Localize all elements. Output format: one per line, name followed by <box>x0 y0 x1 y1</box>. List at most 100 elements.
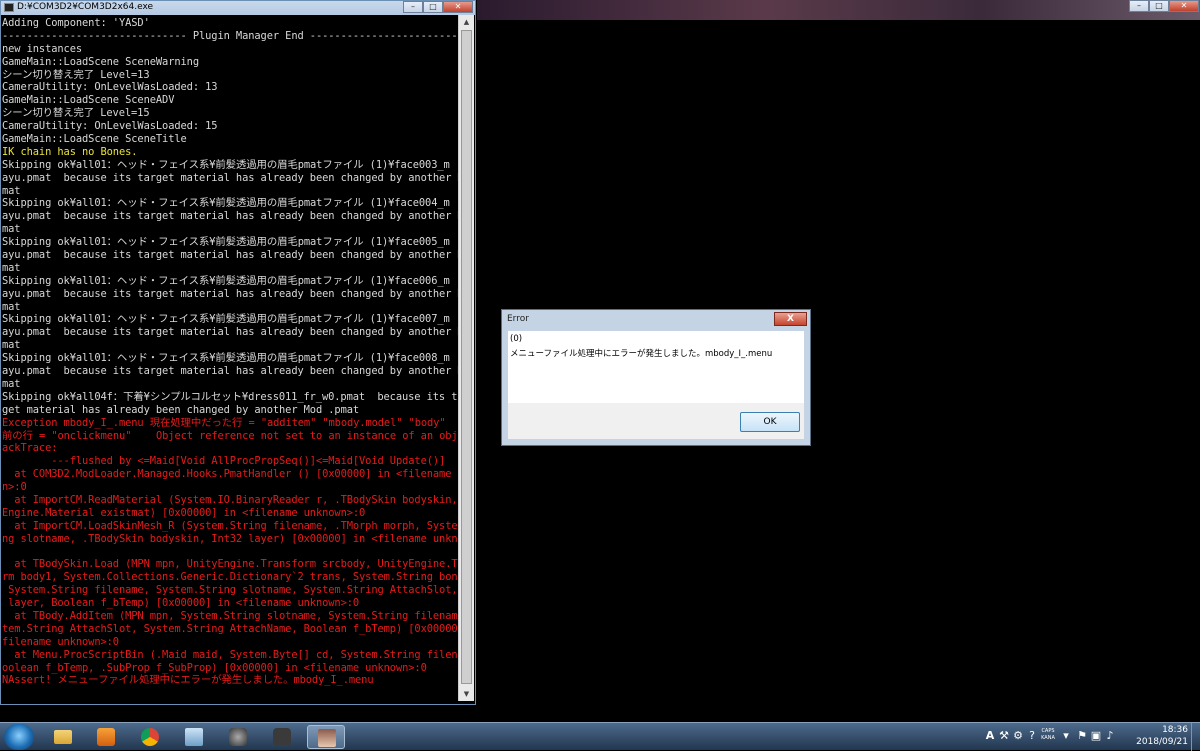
console-line: Skipping ok¥all01：ヘッド・フェイス系¥前髪透過用の眉毛pmat… <box>2 274 450 287</box>
console-line: get material has already been changed by… <box>2 403 360 416</box>
console-line: at TBodySkin.Load (MPN mpn, UnityEngine.… <box>2 558 459 571</box>
console-line: System.String filename, System.String sl… <box>2 584 459 597</box>
console-line: Skipping ok¥all01：ヘッド・フェイス系¥前髪透過用の眉毛pmat… <box>2 236 450 249</box>
console-line: Skipping ok¥all01：ヘッド・フェイス系¥前髪透過用の眉毛pmat… <box>2 352 450 365</box>
error-dialog: Error X (0) メニューファイル処理中にエラーが発生しました。mbody… <box>501 309 811 446</box>
help-icon[interactable]: ? <box>1026 729 1038 743</box>
console-line: mat <box>2 339 21 352</box>
console-line: CameraUtility: OnLevelWasLoaded: 13 <box>2 81 218 94</box>
ime-indicator[interactable]: A <box>984 729 996 743</box>
console-line: Skipping ok¥all01：ヘッド・フェイス系¥前髪透過用の眉毛pmat… <box>2 313 450 326</box>
console-line: ackTrace: <box>2 442 58 455</box>
console-line: GameMain::LoadScene SceneADV <box>2 94 175 107</box>
console-line: tem.String AttachSlot, System.String Att… <box>2 622 459 635</box>
settings-icon[interactable]: ⚙ <box>1012 729 1024 743</box>
console-app-icon <box>4 3 14 12</box>
console-line: mat <box>2 300 21 313</box>
console-line: mat <box>2 377 21 390</box>
gimp-icon <box>229 728 247 746</box>
media-player-taskbar-button[interactable] <box>87 725 125 749</box>
chrome-taskbar-button[interactable] <box>131 725 169 749</box>
taskbar: A ⚒ ⚙ ? CAPS KANA ▾ ⚑ ▣ ♪ 18:36 2018/09/… <box>0 722 1200 751</box>
minimize-icon[interactable]: – <box>1129 0 1149 12</box>
close-icon[interactable]: ✕ <box>443 1 473 13</box>
console-line: ayu.pmat because its target material has… <box>2 326 459 339</box>
console-line: at ImportCM.ReadMaterial (System.IO.Bina… <box>2 493 459 506</box>
caps-kana-indicator: CAPS KANA <box>1041 728 1055 741</box>
maximize-icon[interactable]: □ <box>423 1 443 13</box>
close-icon[interactable]: ✕ <box>1169 0 1199 12</box>
console-line: ---flushed by <=Maid[Void AllProcPropSeq… <box>2 455 446 468</box>
console-line: シーン切り替え完了 Level=13 <box>2 68 150 81</box>
console-line: at ImportCM.LoadSkinMesh_R (System.Strin… <box>2 519 459 532</box>
wrench-icon[interactable]: ⚒ <box>998 729 1010 743</box>
console-line: ayu.pmat because its target material has… <box>2 287 459 300</box>
scroll-down-arrow-icon[interactable]: ▼ <box>460 687 473 701</box>
error-code: (0) <box>510 334 523 344</box>
clock-time[interactable]: 18:36 <box>1162 725 1188 735</box>
console-line: IK chain has no Bones. <box>2 145 138 158</box>
dialog-close-button[interactable]: X <box>774 312 807 326</box>
com3d2-game-icon <box>318 729 336 747</box>
console-line: at COM3D2.ModLoader.Managed.Hooks.PmatHa… <box>2 468 459 481</box>
gimp-taskbar-button[interactable] <box>219 725 257 749</box>
start-button[interactable] <box>4 724 34 750</box>
console-line: NAssert! メニューファイル処理中にエラーが発生しました。mbody_I_… <box>2 674 374 687</box>
scroll-thumb[interactable] <box>461 30 472 684</box>
game-window-titlebar[interactable]: – □ ✕ <box>477 0 1200 20</box>
console-scrollbar[interactable]: ▲ ▼ <box>458 15 474 701</box>
console-line: Engine.Material existmat) [0x00000] in <… <box>2 506 366 519</box>
folder-icon <box>54 730 72 744</box>
error-message: メニューファイル処理中にエラーが発生しました。mbody_I_.menu <box>510 349 773 359</box>
clock-date[interactable]: 2018/09/21 <box>1136 737 1188 747</box>
console-line: Skipping ok¥all01：ヘッド・フェイス系¥前髪透過用の眉毛pmat… <box>2 197 450 210</box>
chrome-icon <box>141 728 159 746</box>
console-line: ayu.pmat because its target material has… <box>2 365 459 378</box>
console-line: filename unknown>:0 <box>2 635 119 648</box>
network-icon <box>185 728 203 746</box>
explorer-taskbar-button[interactable] <box>44 725 82 749</box>
console-title: D:¥COM3D2¥COM3D2x64.exe <box>17 2 154 12</box>
console-line: n>:0 <box>2 481 27 494</box>
console-line: Exception mbody_I_.menu 現在処理中だった行 = "add… <box>2 416 459 429</box>
console-line: mat <box>2 184 21 197</box>
show-desktop-button[interactable] <box>1191 723 1200 751</box>
scroll-up-arrow-icon[interactable]: ▲ <box>460 15 473 29</box>
flag-icon[interactable]: ⚑ <box>1076 729 1088 743</box>
console-line: mat <box>2 223 21 236</box>
dialog-content <box>508 331 804 403</box>
console-line: CameraUtility: OnLevelWasLoaded: 15 <box>2 120 218 133</box>
volume-icon[interactable]: ♪ <box>1104 729 1116 743</box>
console-window: D:¥COM3D2¥COM3D2x64.exe – □ ✕ Adding Com… <box>0 0 476 705</box>
nox-icon <box>273 728 291 746</box>
network-status-icon[interactable]: ▣ <box>1090 729 1102 743</box>
console-line: GameMain::LoadScene SceneWarning <box>2 55 199 68</box>
maximize-icon[interactable]: □ <box>1149 0 1169 12</box>
console-line: rm body1, System.Collections.Generic.Dic… <box>2 571 459 584</box>
console-line: ayu.pmat because its target material has… <box>2 249 459 262</box>
game-window-controls: – □ ✕ <box>1129 0 1199 12</box>
console-line: Skipping ok¥all04f：下着¥シンプルコルセット¥dress011… <box>2 390 459 403</box>
console-line: layer, Boolean f_bTemp) [0x00000] in <fi… <box>2 597 360 610</box>
console-line: ng slotname, .TBodySkin bodyskin, Int32 … <box>2 532 459 545</box>
network-taskbar-button[interactable] <box>175 725 213 749</box>
console-line: 前の行 = "onclickmenu" Object reference not… <box>2 429 459 442</box>
minimize-icon[interactable]: – <box>403 1 423 13</box>
ok-button[interactable]: OK <box>740 412 800 432</box>
tray-expand-icon[interactable]: ▾ <box>1060 729 1072 743</box>
console-line: Skipping ok¥all01：ヘッド・フェイス系¥前髪透過用の眉毛pmat… <box>2 158 450 171</box>
console-output[interactable]: Adding Component: 'YASD' ----------------… <box>2 17 459 701</box>
console-window-controls: – □ ✕ <box>403 1 473 13</box>
console-line: ------------------------------ Plugin Ma… <box>2 29 459 42</box>
console-line: at TBody.AddItem (MPN mpn, System.String… <box>2 609 459 622</box>
dialog-title: Error <box>507 314 529 324</box>
console-line: GameMain::LoadScene SceneTitle <box>2 133 187 146</box>
console-line: ayu.pmat because its target material has… <box>2 210 459 223</box>
system-tray: A ⚒ ⚙ ? CAPS KANA ▾ ⚑ ▣ ♪ 18:36 2018/09/… <box>980 723 1200 751</box>
com3d2-taskbar-button[interactable] <box>307 725 345 749</box>
media-player-icon <box>97 728 115 746</box>
nox-taskbar-button[interactable] <box>263 725 301 749</box>
console-titlebar[interactable]: D:¥COM3D2¥COM3D2x64.exe – □ ✕ <box>1 1 475 15</box>
console-line: at Menu.ProcScriptBin (.Maid maid, Syste… <box>2 648 459 661</box>
